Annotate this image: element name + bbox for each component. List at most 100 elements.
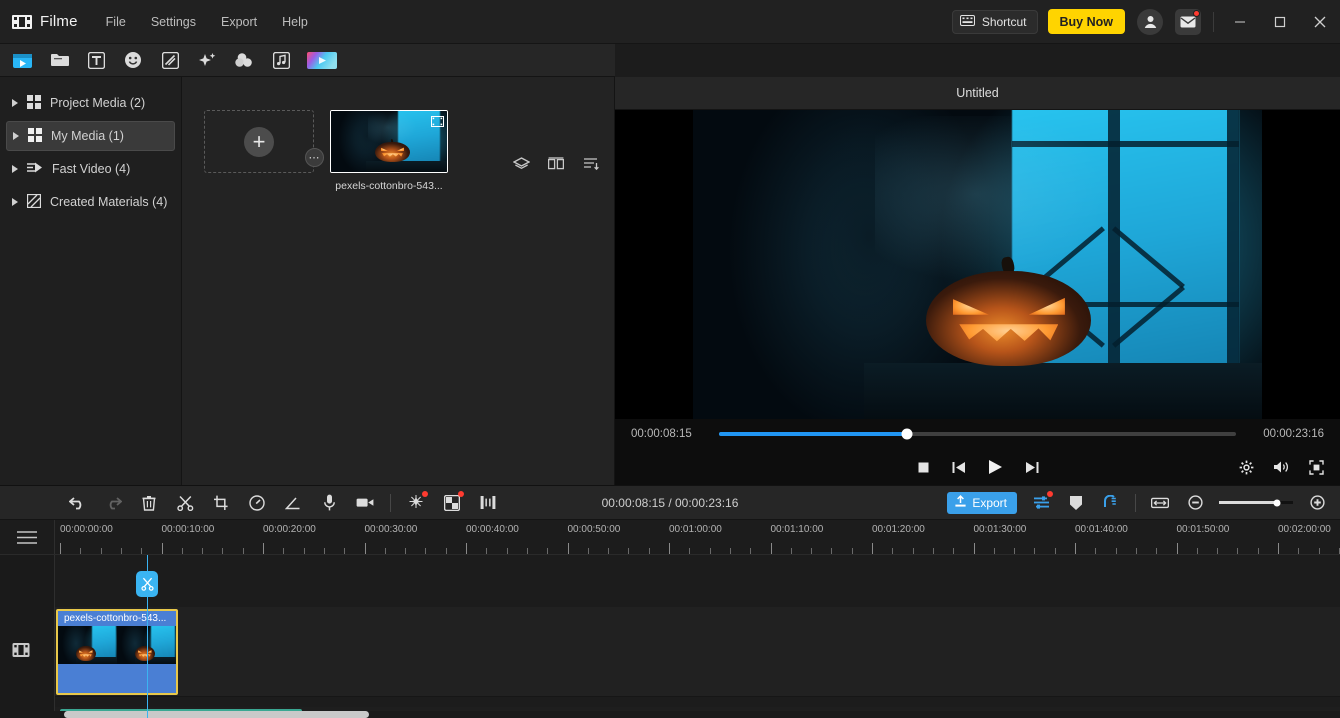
more-options-button[interactable]: ⋯ [305, 148, 324, 167]
ruler-tick-minor [851, 548, 853, 554]
ruler-label: 00:01:00:00 [669, 524, 722, 535]
close-icon[interactable] [1300, 0, 1340, 44]
preview-right-controls [1239, 459, 1324, 475]
stop-icon[interactable] [917, 461, 930, 474]
brand-name: Filme [40, 13, 78, 30]
preview-video-frame [693, 110, 1262, 419]
timeline-panel: 00:00:08:15 / 00:00:23:16 Export 00:00:0… [0, 485, 1340, 718]
folder-icon[interactable] [47, 49, 71, 71]
sidebar-item-label: Created Materials (4) [50, 195, 168, 209]
scissors-icon[interactable] [174, 492, 196, 514]
sort-icon[interactable] [582, 155, 600, 173]
menu-item-file[interactable]: File [104, 11, 128, 33]
menu-item-help[interactable]: Help [280, 11, 310, 33]
editor-upper: Project Media (2) My Media (1) Fast Vide… [0, 77, 1340, 485]
preview-stage[interactable] [615, 110, 1340, 419]
user-account-icon[interactable] [1137, 8, 1163, 35]
zoom-in-icon[interactable] [1306, 492, 1328, 514]
sidebar-item-my-media[interactable]: My Media (1) [6, 121, 175, 151]
camcorder-icon[interactable] [354, 492, 376, 514]
video-track-lane[interactable] [55, 607, 1340, 697]
media-sidebar: Project Media (2) My Media (1) Fast Vide… [0, 77, 182, 485]
menu-bar: File Settings Export Help [104, 11, 310, 33]
audio-bars-icon[interactable] [477, 492, 499, 514]
zoom-out-icon[interactable] [1184, 492, 1206, 514]
magnet-icon[interactable] [1100, 492, 1122, 514]
buy-now-button[interactable]: Buy Now [1047, 9, 1125, 34]
step-forward-icon[interactable] [1025, 461, 1039, 474]
layers-icon[interactable] [512, 155, 530, 173]
zoom-slider-handle[interactable] [1273, 499, 1281, 506]
media-grid: + ⋯ pexels-cottonbro-543... [182, 77, 614, 192]
shortcut-button[interactable]: Shortcut [951, 9, 1038, 34]
hamburger-icon[interactable] [0, 520, 54, 554]
shield-marker-icon[interactable] [1065, 492, 1087, 514]
ruler-tick-minor [486, 548, 488, 554]
maximize-icon[interactable] [1260, 0, 1300, 44]
angle-icon[interactable] [282, 492, 304, 514]
menu-item-export[interactable]: Export [219, 11, 259, 33]
ruler-tick-minor [222, 548, 224, 554]
ruler-tick-major [567, 543, 569, 554]
minimize-icon[interactable] [1220, 0, 1260, 44]
trash-icon[interactable] [138, 492, 160, 514]
sidebar-item-fast-video[interactable]: Fast Video (4) [6, 154, 175, 184]
color-gradient-icon[interactable] [306, 49, 338, 71]
zoom-slider[interactable] [1219, 499, 1293, 506]
timeline-ruler[interactable]: 00:00:00:00 00:00:10:00 00:00:20:00 00:00:3… [54, 520, 1340, 554]
timeline-video-clip[interactable]: pexels-cottonbro-543... [56, 609, 178, 695]
media-item[interactable]: pexels-cottonbro-543... [330, 110, 448, 192]
video-file-icon [431, 114, 444, 127]
undo-icon[interactable] [66, 492, 88, 514]
sidebar-item-created-materials[interactable]: Created Materials (4) [6, 187, 175, 217]
audio-note-icon[interactable] [269, 49, 293, 71]
microphone-icon[interactable] [318, 492, 340, 514]
sparkle-icon[interactable] [405, 490, 428, 514]
menu-item-settings[interactable]: Settings [149, 11, 198, 33]
ruler-label: 00:01:30:00 [973, 524, 1027, 535]
split-at-playhead-button[interactable] [136, 571, 158, 597]
playhead[interactable] [136, 555, 158, 718]
gear-icon[interactable] [1239, 460, 1254, 475]
timeline-right-divider [1135, 493, 1136, 512]
title-bar: Filme File Settings Export Help Shortcut… [0, 0, 1340, 44]
sliders-icon[interactable] [1030, 490, 1053, 514]
checker-icon[interactable] [441, 490, 464, 514]
export-button[interactable]: Export [947, 491, 1017, 514]
filter-circles-icon[interactable] [232, 49, 256, 71]
film-strip-icon [12, 641, 30, 664]
media-thumbnail[interactable] [330, 110, 448, 173]
text-icon[interactable] [84, 49, 108, 71]
fast-forward-icon [27, 161, 43, 177]
plus-icon[interactable]: + [244, 126, 274, 157]
sticker-smiley-icon[interactable] [121, 49, 145, 71]
ruler-tick-minor [932, 548, 934, 554]
crop-icon[interactable] [210, 492, 232, 514]
step-backward-icon[interactable] [952, 461, 966, 474]
zoom-slider-fill [1219, 501, 1277, 504]
layers-slash-icon [26, 193, 42, 211]
timeline-horizontal-scrollbar[interactable] [54, 711, 1340, 718]
speaker-icon[interactable] [1273, 460, 1290, 474]
ruler-tick-minor [750, 548, 752, 554]
effects-sparkle-icon[interactable] [195, 49, 219, 71]
preview-scrub-handle[interactable] [901, 428, 913, 440]
ruler-tick-minor [587, 548, 589, 554]
timeline-video-clip-label: pexels-cottonbro-543... [58, 611, 176, 626]
transition-icon[interactable] [158, 49, 182, 71]
media-clapper-icon[interactable] [10, 49, 34, 71]
split-view-icon[interactable] [547, 155, 565, 173]
fit-width-icon[interactable] [1149, 492, 1171, 514]
chevron-right-icon [12, 198, 18, 206]
redo-icon[interactable] [102, 492, 124, 514]
scrollbar-thumb[interactable] [64, 711, 369, 718]
sidebar-item-project-media[interactable]: Project Media (2) [6, 88, 175, 118]
add-media-tile[interactable]: + ⋯ [204, 110, 324, 173]
play-icon[interactable] [988, 459, 1003, 475]
tracks-canvas[interactable]: pexels-cottonbro-543... [54, 555, 1340, 718]
speedometer-icon[interactable] [246, 492, 268, 514]
upload-icon [954, 494, 967, 511]
fullscreen-icon[interactable] [1309, 459, 1324, 475]
preview-scrub-bar[interactable] [719, 428, 1236, 440]
mail-icon[interactable] [1175, 8, 1201, 35]
